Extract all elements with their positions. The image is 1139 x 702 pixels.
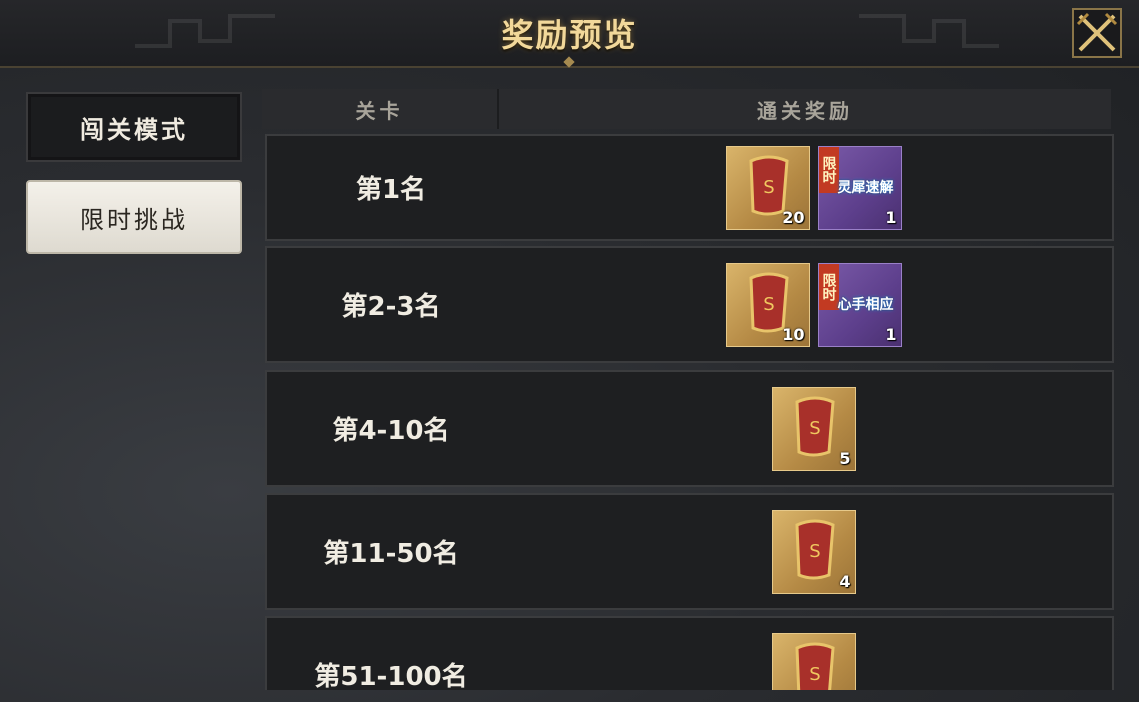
column-header-stage: 关卡 — [262, 89, 499, 129]
item-quantity: 20 — [782, 207, 805, 227]
tab-label: 限时挑战 — [80, 205, 188, 234]
svg-text:S: S — [763, 294, 774, 315]
svg-text:S: S — [809, 541, 820, 562]
reward-items: S 4 — [515, 495, 1112, 608]
title-ornament — [563, 56, 575, 68]
item-quantity: 1 — [885, 207, 897, 227]
item-name: 心手相应 — [837, 296, 894, 313]
item-quantity: 4 — [839, 571, 851, 591]
table-row: 第4-10名 S 5 — [265, 370, 1114, 487]
reward-items: S — [515, 618, 1112, 690]
svg-text:S: S — [809, 418, 820, 439]
title-bar: 奖励预览 — [0, 0, 1139, 68]
item-quantity: 1 — [885, 324, 897, 344]
page-title: 奖励预览 — [501, 16, 638, 54]
reward-item[interactable]: 限时 灵犀速解 1 — [817, 145, 902, 230]
crossed-swords-close-icon — [1076, 12, 1118, 52]
reward-item[interactable]: S — [771, 632, 856, 690]
reward-list[interactable]: 第1名 S 20 限时 灵犀速解 1 第2-3名 S 10 限时 心手相应 1 — [265, 134, 1114, 690]
rank-label: 第51-100名 — [314, 662, 468, 690]
table-row: 第51-100名 S — [265, 616, 1114, 690]
reward-item[interactable]: S 4 — [771, 509, 856, 594]
tab-breakthrough-mode[interactable]: 闯关模式 — [26, 92, 242, 162]
reward-items: S 10 限时 心手相应 1 — [515, 248, 1112, 361]
rank-label: 第2-3名 — [341, 292, 441, 322]
reward-table-header: 关卡 通关奖励 — [262, 89, 1111, 129]
column-header-reward: 通关奖励 — [757, 98, 853, 123]
reward-items: S 20 限时 灵犀速解 1 — [515, 136, 1112, 239]
item-name: 灵犀速解 — [837, 179, 894, 196]
svg-text:S: S — [809, 664, 820, 685]
item-quantity: 5 — [839, 448, 851, 468]
item-quantity: 10 — [782, 324, 805, 344]
rank-label: 第11-50名 — [323, 539, 459, 569]
reward-items: S 5 — [515, 372, 1112, 485]
table-row: 第1名 S 20 限时 灵犀速解 1 — [265, 134, 1114, 241]
reward-item[interactable]: S 20 — [725, 145, 810, 230]
tab-label: 闯关模式 — [80, 115, 188, 144]
reward-item[interactable]: S 5 — [771, 386, 856, 471]
svg-text:S: S — [763, 177, 774, 198]
rank-label: 第1名 — [355, 175, 427, 205]
tab-limited-challenge[interactable]: 限时挑战 — [26, 180, 242, 254]
table-row: 第2-3名 S 10 限时 心手相应 1 — [265, 246, 1114, 363]
reward-item[interactable]: 限时 心手相应 1 — [817, 262, 902, 347]
table-row: 第11-50名 S 4 — [265, 493, 1114, 610]
rank-label: 第4-10名 — [332, 416, 450, 446]
red-banner-scroll-icon: S — [794, 642, 835, 690]
reward-item[interactable]: S 10 — [725, 262, 810, 347]
close-button[interactable] — [1072, 8, 1122, 58]
